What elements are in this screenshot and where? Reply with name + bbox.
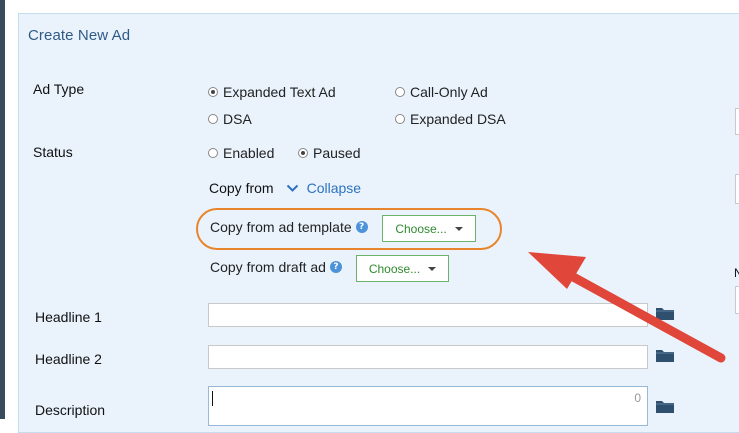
page-title: Create New Ad <box>28 27 131 44</box>
folder-icon[interactable] <box>656 348 674 362</box>
radio-dot[interactable] <box>208 87 218 97</box>
edge-input-2[interactable] <box>735 174 739 204</box>
radio-expanded-text-ad[interactable]: Expanded Text Ad <box>208 84 336 100</box>
radio-call-only-ad[interactable]: Call-Only Ad <box>395 84 488 100</box>
radio-dot[interactable] <box>395 114 405 124</box>
annotation-highlight-oval <box>196 208 502 250</box>
radio-dot[interactable] <box>395 87 405 97</box>
ad-type-label: Ad Type <box>33 81 85 97</box>
folder-icon[interactable] <box>656 399 674 413</box>
status-label: Status <box>33 144 73 160</box>
headline-2-input[interactable] <box>208 345 648 369</box>
headline-2-label: Headline 2 <box>35 351 102 367</box>
radio-dot[interactable] <box>208 148 218 158</box>
radio-expanded-dsa[interactable]: Expanded DSA <box>395 111 506 127</box>
copy-from-draft-label: Copy from draft ad <box>210 259 326 275</box>
collapse-label: Collapse <box>306 180 362 196</box>
choose-draft-button[interactable]: Choose... <box>356 255 449 282</box>
radio-dot[interactable] <box>208 114 218 124</box>
radio-label: Paused <box>313 145 361 161</box>
char-counter: 0 <box>634 391 641 405</box>
page-gutter <box>5 0 18 419</box>
headline-1-label: Headline 1 <box>35 309 102 325</box>
help-icon[interactable]: ? <box>329 261 342 273</box>
caret-down-icon <box>428 266 437 271</box>
radio-enabled[interactable]: Enabled <box>208 145 274 161</box>
headline-1-input[interactable] <box>208 303 648 327</box>
edge-partial-label: N <box>734 266 739 280</box>
collapse-toggle[interactable]: Collapse <box>286 180 361 196</box>
text-cursor <box>212 391 213 406</box>
radio-label: Enabled <box>223 145 275 161</box>
copy-from-draft-row: Copy from draft ad ? <box>210 259 342 275</box>
radio-paused[interactable]: Paused <box>298 145 360 161</box>
chevron-down-icon <box>286 184 298 192</box>
radio-dot[interactable] <box>298 148 308 158</box>
radio-label: DSA <box>223 111 252 127</box>
edge-input-3[interactable] <box>735 286 739 314</box>
description-textarea[interactable]: 0 <box>208 386 648 426</box>
radio-label: Expanded DSA <box>410 111 506 127</box>
copy-from-label: Copy from <box>209 180 274 196</box>
edge-input-1[interactable] <box>735 108 739 135</box>
radio-label: Expanded Text Ad <box>223 84 336 100</box>
choose-draft-label: Choose... <box>368 261 421 276</box>
radio-dsa[interactable]: DSA <box>208 111 252 127</box>
description-label: Description <box>35 402 106 418</box>
copy-from-row: Copy from Collapse <box>209 180 361 196</box>
folder-icon[interactable] <box>656 306 674 320</box>
radio-label: Call-Only Ad <box>410 84 488 100</box>
